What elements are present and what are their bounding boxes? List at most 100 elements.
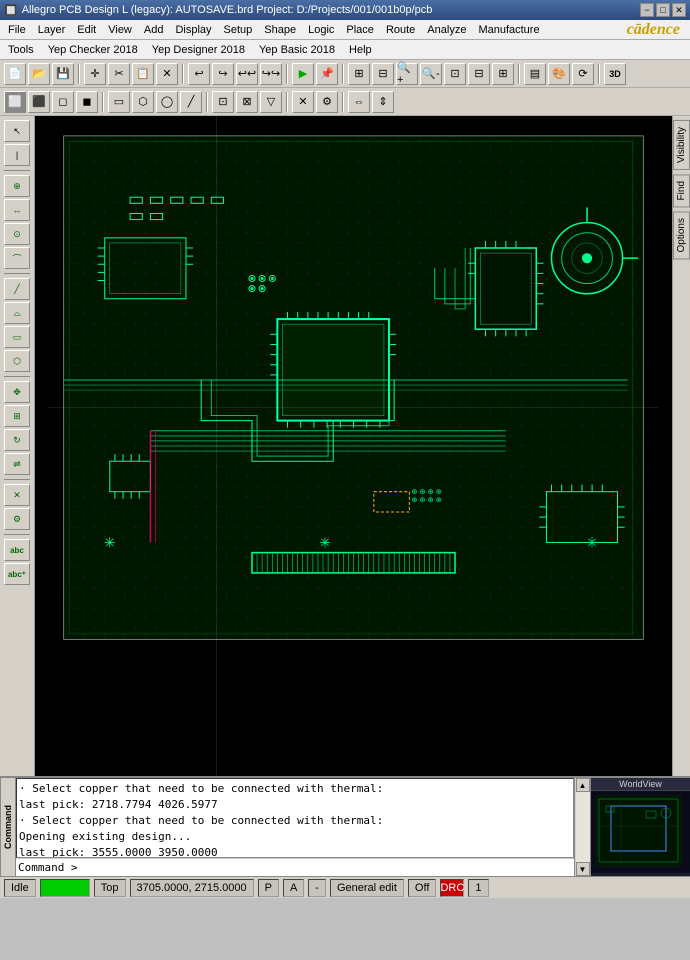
lt-add-connect[interactable]: ⊕ (4, 175, 30, 197)
close-button[interactable]: ✕ (672, 3, 686, 17)
minimize-button[interactable]: − (640, 3, 654, 17)
tb2-sep4 (342, 92, 344, 112)
menu-manufacture[interactable]: Manufacture (472, 23, 545, 37)
app-icon: 🔲 (4, 4, 18, 17)
tb-undo[interactable]: ↩ (188, 63, 210, 85)
tb2-filter[interactable]: ▽ (260, 91, 282, 113)
maximize-button[interactable]: □ (656, 3, 670, 17)
menu-edit[interactable]: Edit (71, 23, 102, 37)
scroll-up[interactable]: ▲ (576, 778, 590, 792)
cadence-logo: cādence (627, 21, 688, 39)
tb2-desel[interactable]: ⊠ (236, 91, 258, 113)
scroll-track[interactable] (576, 792, 590, 862)
lt-ibeam[interactable]: | (4, 144, 30, 166)
tb-open[interactable]: 📂 (28, 63, 50, 85)
tb-layers[interactable]: ▤ (524, 63, 546, 85)
lt-sep2 (4, 273, 30, 274)
lt-add-arc[interactable]: ⌓ (4, 302, 30, 324)
lt-copy[interactable]: ⊞ (4, 405, 30, 427)
find-tab[interactable]: Find (673, 174, 690, 207)
visibility-tab[interactable]: Visibility (673, 120, 690, 170)
menu-file[interactable]: File (2, 23, 32, 37)
tb2-poly[interactable]: ⬡ (132, 91, 154, 113)
tb-grid1[interactable]: ⊞ (348, 63, 370, 85)
tb-zoom-next[interactable]: ⊞ (492, 63, 514, 85)
menu-add[interactable]: Add (138, 23, 170, 37)
tb-pin[interactable]: 📌 (316, 63, 338, 85)
tb-copy[interactable]: 📋 (132, 63, 154, 85)
menu-route[interactable]: Route (380, 23, 421, 37)
tb2-rect[interactable]: ▭ (108, 91, 130, 113)
svg-text:✳: ✳ (586, 536, 598, 552)
menu-logic[interactable]: Logic (302, 23, 340, 37)
tb-sep4 (342, 64, 344, 84)
tb2-line[interactable]: ╱ (180, 91, 202, 113)
tb-select[interactable]: ✛ (84, 63, 106, 85)
lt-select[interactable]: ↖ (4, 120, 30, 142)
menu-layer[interactable]: Layer (32, 23, 72, 37)
lt-add-via[interactable]: ⊙ (4, 223, 30, 245)
console-output: · Select copper that need to be connecte… (16, 778, 574, 858)
lt-slide[interactable]: ↔ (4, 199, 30, 221)
menu-tools[interactable]: Tools (2, 43, 40, 57)
tb-run[interactable]: ▶ (292, 63, 314, 85)
tb2-circ[interactable]: ◯ (156, 91, 178, 113)
scroll-down[interactable]: ▼ (576, 862, 590, 876)
tb-sep6 (598, 64, 600, 84)
tb2-sel2[interactable]: ⬛ (28, 91, 50, 113)
tb2-stretch-h[interactable]: ⇔ (348, 91, 370, 113)
menu-setup[interactable]: Setup (218, 23, 259, 37)
menu-shape[interactable]: Shape (258, 23, 302, 37)
options-tab[interactable]: Options (673, 211, 690, 259)
lt-text-add[interactable]: abc⁺ (4, 563, 30, 585)
tb-new[interactable]: 📄 (4, 63, 26, 85)
lt-delete[interactable]: ✕ (4, 484, 30, 506)
tb-zoom-in[interactable]: 🔍+ (396, 63, 418, 85)
tb2-cross[interactable]: ✕ (292, 91, 314, 113)
tb-cut[interactable]: ✂ (108, 63, 130, 85)
tb-colors[interactable]: 🎨 (548, 63, 570, 85)
menu-yep-basic[interactable]: Yep Basic 2018 (253, 43, 341, 57)
menu-yep-designer[interactable]: Yep Designer 2018 (146, 43, 251, 57)
tb2-sel4[interactable]: ◼ (76, 91, 98, 113)
lt-add-poly[interactable]: ⬡ (4, 350, 30, 372)
tb-zoom-fit[interactable]: ⊡ (444, 63, 466, 85)
lt-custom-smooth[interactable]: ⌒ (4, 247, 30, 269)
tb-zoom-out[interactable]: 🔍- (420, 63, 442, 85)
tb2-sel-all[interactable]: ⊡ (212, 91, 234, 113)
tools-bar2: Tools Yep Checker 2018 Yep Designer 2018… (0, 40, 690, 60)
tb-undo2[interactable]: ↩↩ (236, 63, 258, 85)
status-idle: Idle (4, 879, 36, 897)
tb2-stretch-v[interactable]: ⇕ (372, 91, 394, 113)
menu-analyze[interactable]: Analyze (421, 23, 472, 37)
tb-3d[interactable]: 3D (604, 63, 626, 85)
tb2-sel1[interactable]: ⬜ (4, 91, 26, 113)
lt-move[interactable]: ✥ (4, 381, 30, 403)
left-toolbar: ↖ | ⊕ ↔ ⊙ ⌒ ╱ ⌓ ▭ ⬡ ✥ ⊞ ↻ ⇌ ✕ ⚙ abc abc⁺ (0, 116, 35, 776)
pcb-canvas[interactable]: ✳ ✳ ✳ (35, 116, 672, 776)
menu-help[interactable]: Help (343, 43, 378, 57)
menu-view[interactable]: View (102, 23, 138, 37)
lt-text[interactable]: abc (4, 539, 30, 561)
menu-display[interactable]: Display (169, 23, 217, 37)
tb-redo[interactable]: ↪ (212, 63, 234, 85)
tb-redo2[interactable]: ↪↪ (260, 63, 282, 85)
lt-rotate[interactable]: ↻ (4, 429, 30, 451)
command-input[interactable] (16, 861, 574, 874)
lt-sep1 (4, 170, 30, 171)
tb-delete[interactable]: ✕ (156, 63, 178, 85)
lt-add-line[interactable]: ╱ (4, 278, 30, 300)
lt-add-rect[interactable]: ▭ (4, 326, 30, 348)
menu-yep-checker[interactable]: Yep Checker 2018 (42, 43, 144, 57)
lt-prop[interactable]: ⚙ (4, 508, 30, 530)
tb2-sel3[interactable]: ◻ (52, 91, 74, 113)
tb-refresh[interactable]: ⟳ (572, 63, 594, 85)
lt-mirror[interactable]: ⇌ (4, 453, 30, 475)
tb2-prop[interactable]: ⚙ (316, 91, 338, 113)
menu-place[interactable]: Place (340, 23, 380, 37)
tb-grid2[interactable]: ⊟ (372, 63, 394, 85)
console-line-2: last pick: 2718.7794 4026.5977 (19, 797, 571, 813)
tb-save[interactable]: 💾 (52, 63, 74, 85)
status-drc: DRC (440, 879, 464, 897)
tb-zoom-prev[interactable]: ⊟ (468, 63, 490, 85)
